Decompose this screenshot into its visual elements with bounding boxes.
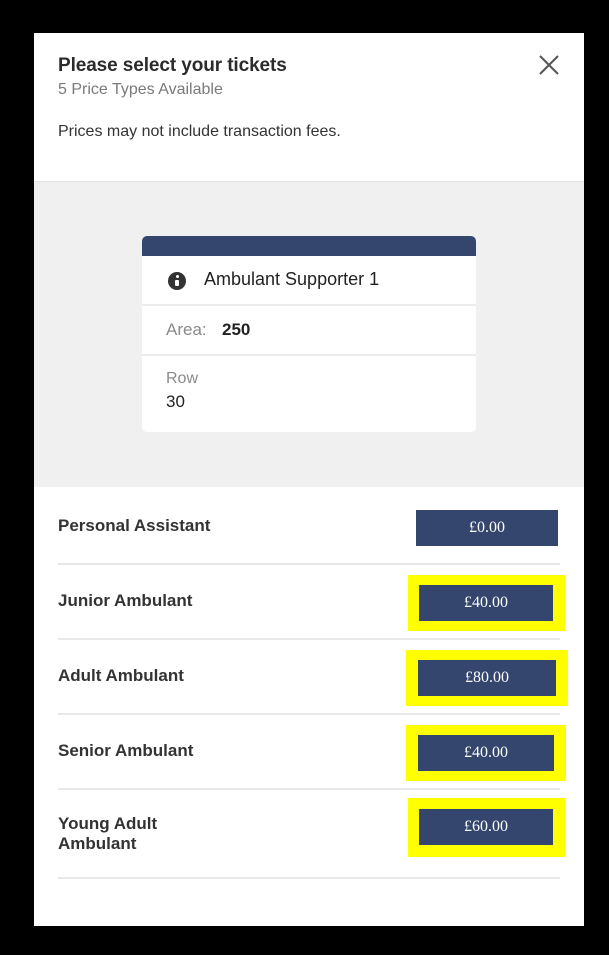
select-price-button[interactable]: £0.00	[416, 510, 558, 546]
select-price-button[interactable]: £60.00	[419, 809, 553, 845]
seat-name-row: Ambulant Supporter 1	[142, 256, 476, 306]
area-value: 250	[222, 320, 251, 339]
modal-title: Please select your tickets	[58, 55, 287, 76]
row-label: Row	[166, 370, 199, 387]
seat-info-area: Ambulant Supporter 1 Area: 250 Row 30	[34, 182, 584, 487]
area-label: Area:	[166, 320, 207, 339]
select-price-button[interactable]: £40.00	[419, 585, 553, 621]
modal-header: Please select your tickets 5 Price Types…	[34, 33, 584, 182]
row-value: 30	[166, 392, 185, 411]
price-row: Adult Ambulant £80.00	[58, 640, 568, 715]
price-row: Personal Assistant £0.00	[58, 490, 560, 565]
seat-card: Ambulant Supporter 1 Area: 250 Row 30	[142, 236, 476, 432]
price-row: Junior Ambulant £40.00	[58, 565, 565, 640]
info-icon[interactable]	[168, 272, 186, 290]
seat-name: Ambulant Supporter 1	[204, 269, 380, 289]
ticket-selection-modal: Please select your tickets 5 Price Types…	[34, 33, 584, 926]
price-type-list: Personal Assistant £0.00 Junior Ambulant…	[58, 490, 568, 879]
price-type-name: Young Adult Ambulant	[58, 814, 158, 853]
close-button[interactable]	[534, 51, 564, 81]
price-type-name: Junior Ambulant	[58, 591, 193, 610]
price-type-name: Senior Ambulant	[58, 741, 194, 760]
select-price-button[interactable]: £80.00	[418, 660, 556, 696]
seat-area-row: Area: 250	[142, 306, 476, 356]
price-row: Senior Ambulant £40.00	[58, 715, 566, 790]
seat-card-header-bar	[142, 236, 476, 256]
price-type-name: Personal Assistant	[58, 516, 211, 535]
price-types-count: 5 Price Types Available	[58, 81, 223, 98]
screenshot-frame: Please select your tickets 5 Price Types…	[0, 0, 609, 955]
price-row: Young Adult Ambulant £60.00	[58, 790, 565, 879]
price-type-name: Adult Ambulant	[58, 666, 184, 685]
fees-notice: Prices may not include transaction fees.	[58, 123, 341, 140]
select-price-button[interactable]: £40.00	[418, 735, 554, 771]
close-icon	[539, 55, 559, 75]
seat-row-block: Row 30	[142, 356, 476, 432]
